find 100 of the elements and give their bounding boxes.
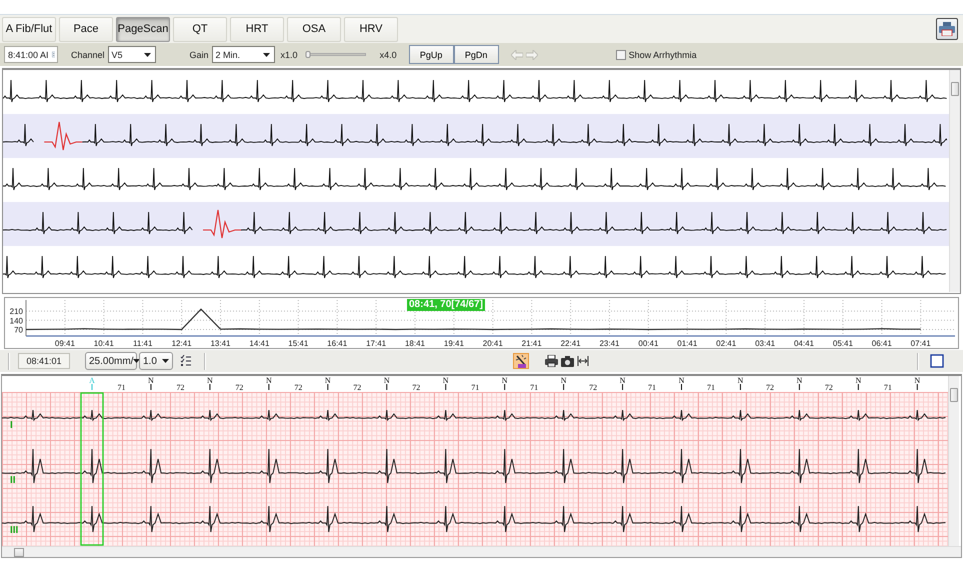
- x-tick-label: 20:41: [482, 339, 503, 348]
- beat-tick: [150, 384, 152, 390]
- gain-select[interactable]: 1.0: [139, 352, 173, 370]
- vertical-scrollbar[interactable]: [948, 376, 959, 546]
- heart-rate: 72: [353, 383, 362, 392]
- heart-rate: 72: [176, 383, 184, 392]
- fit-width-icon: [577, 355, 589, 367]
- x-tick-label: 05:41: [832, 339, 853, 348]
- heart-rate: 71: [471, 383, 480, 392]
- time-display: 08:41:01: [18, 353, 70, 369]
- heart-rate: 71: [707, 383, 715, 392]
- lead-label: III: [10, 525, 18, 536]
- caret-icon: [133, 359, 140, 363]
- x-tick-label: 03:41: [755, 339, 776, 348]
- beat-label: A: [89, 376, 95, 385]
- tab[interactable]: QT: [173, 16, 227, 42]
- print-button[interactable]: [936, 18, 958, 40]
- beat-label: N: [738, 376, 744, 385]
- x-tick-label: 01:41: [677, 339, 698, 348]
- beat-tick: [858, 384, 859, 390]
- arrhythmia-beat: [44, 121, 82, 151]
- horizontal-scrollbar[interactable]: [2, 546, 961, 557]
- caret-icon: [162, 359, 169, 363]
- heart-rate: 72: [412, 383, 420, 392]
- tool-button[interactable]: [543, 353, 559, 369]
- x-tick-label: 12:41: [172, 339, 192, 348]
- caret-icon: [144, 52, 151, 56]
- beat-tick: [916, 384, 918, 390]
- y-tick-label: 210: [10, 307, 23, 316]
- heart-rate: 71: [884, 383, 892, 392]
- x-tick-label: 04:41: [794, 339, 814, 348]
- zoom-max-label: x4.0: [380, 50, 397, 60]
- x-tick-label: 13:41: [210, 339, 231, 348]
- tab[interactable]: OSA: [287, 16, 341, 42]
- x-tick-label: 00:41: [638, 339, 658, 348]
- tool-button[interactable]: [929, 353, 945, 369]
- tab[interactable]: Pace: [59, 16, 113, 42]
- beat-tick: [622, 384, 624, 390]
- channel-label: Channel: [71, 50, 105, 60]
- x-tick-label: 21:41: [522, 339, 542, 348]
- tool-button[interactable]: [513, 353, 529, 369]
- beat-tick: [268, 384, 270, 390]
- scroll-thumb[interactable]: [950, 388, 958, 402]
- printer-icon: [939, 22, 955, 36]
- beat-tick: [209, 384, 210, 390]
- speed-select[interactable]: 25.00mm/: [85, 352, 137, 370]
- beat-tick: [681, 384, 682, 390]
- beat-label: N: [384, 376, 390, 385]
- beat-tick: [445, 384, 446, 390]
- x-tick-label: 22:41: [560, 339, 581, 348]
- tool-button[interactable]: [559, 353, 575, 369]
- tab[interactable]: HRT: [230, 16, 284, 42]
- scroll-thumb[interactable]: [14, 548, 24, 557]
- tab[interactable]: HRV: [344, 16, 398, 42]
- x-tick-label: 10:41: [94, 339, 114, 348]
- x-tick-label: 11:41: [132, 339, 152, 348]
- channel-select[interactable]: V5: [108, 46, 156, 63]
- checkbox[interactable]: [616, 50, 626, 60]
- gain-select[interactable]: 2 Min.: [212, 46, 275, 63]
- y-tick-label: 140: [10, 316, 23, 326]
- zoom-min-label: x1.0: [280, 50, 298, 60]
- tool-button[interactable]: [178, 353, 194, 369]
- lead-label: II: [10, 475, 16, 486]
- beat-label: N: [324, 376, 331, 385]
- beat-label: N: [914, 376, 920, 385]
- scroll-thumb[interactable]: [951, 82, 959, 96]
- tool-button[interactable]: [575, 353, 591, 369]
- x-tick-label: 18:41: [404, 339, 426, 348]
- camera-icon: [560, 356, 574, 366]
- x-tick-label: 17:41: [366, 339, 386, 348]
- time-field[interactable]: 8:41:00 AI: [4, 46, 58, 63]
- beat-label: N: [266, 376, 272, 385]
- x-tick-label: 23:41: [599, 339, 620, 348]
- heart-rate: 72: [235, 383, 244, 392]
- tab[interactable]: PageScan: [116, 16, 170, 42]
- heart-rate: 72: [766, 383, 774, 392]
- wand-icon: [514, 354, 528, 368]
- x-tick-label: 14:41: [249, 339, 270, 348]
- beat-label: N: [796, 376, 802, 385]
- slider-thumb[interactable]: [305, 51, 310, 58]
- heart-rate: 71: [530, 383, 538, 392]
- x-tick-label: 16:41: [327, 339, 348, 348]
- x-tick-label: 09:41: [54, 339, 75, 348]
- tab[interactable]: A Fib/Flut: [2, 16, 56, 42]
- caret-icon: [262, 52, 270, 56]
- heart-rate: 72: [824, 383, 833, 392]
- beat-tick: [327, 384, 328, 390]
- page-button[interactable]: PgDn: [454, 45, 499, 64]
- heart-rate: 72: [294, 383, 302, 392]
- beat-tick: [386, 384, 388, 390]
- beat-tick: [504, 384, 506, 390]
- arrhythmia-beat: [203, 209, 241, 239]
- page-button[interactable]: PgUp: [408, 45, 454, 64]
- vertical-scrollbar[interactable]: [949, 70, 960, 292]
- heart-rate: 71: [648, 383, 656, 392]
- checklist-icon: [180, 355, 192, 367]
- beat-label: N: [560, 376, 566, 385]
- heart-rate: 71: [118, 383, 126, 392]
- x-tick-label: 19:41: [444, 339, 464, 348]
- beat-label: N: [207, 376, 213, 385]
